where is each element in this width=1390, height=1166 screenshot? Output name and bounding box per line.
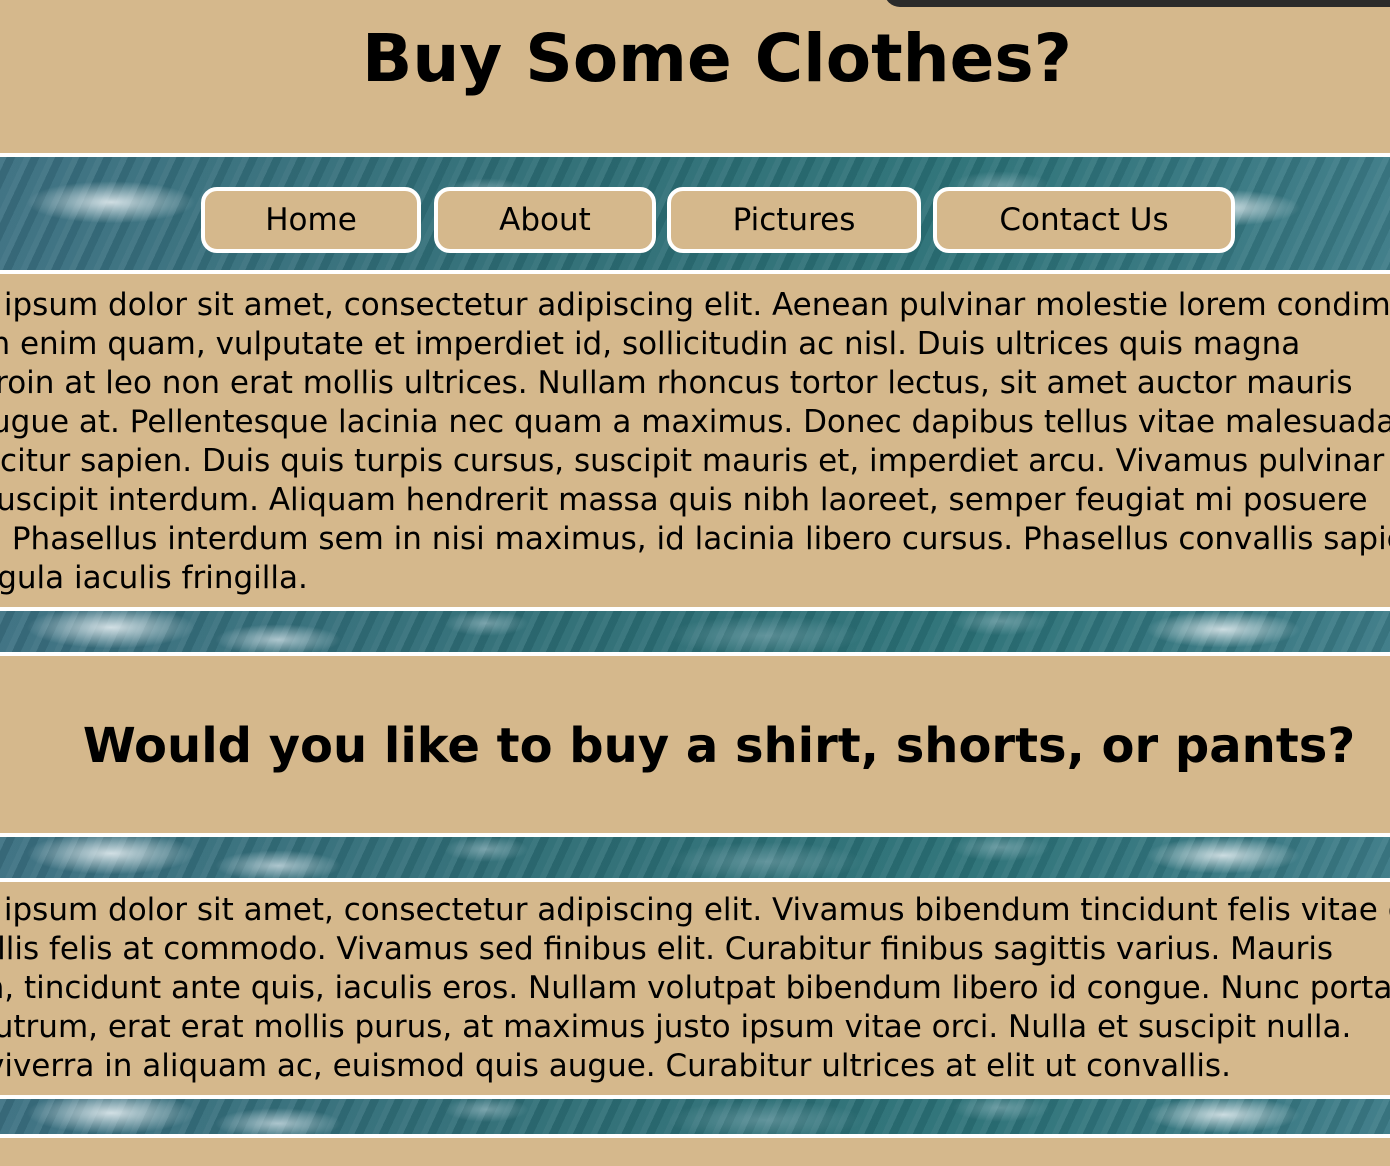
web-page: Buy Some Clothes? Home About Pictures Co… [0,0,1390,1166]
intro-paragraph: Lorem ipsum dolor sit amet, consectetur … [0,286,1390,598]
page-title: Buy Some Clothes? [362,20,1072,97]
paragraph-line: t. Phasellus interdum sem in nisi maximu… [0,521,1390,557]
paragraph-line: Aenean enim quam, vulputate et imperdiet… [0,326,1301,362]
ocean-divider-3 [0,1095,1390,1138]
nav-contact-button[interactable]: Contact Us [933,187,1235,253]
paragraph-line: suscipit interdum. Aliquam hendrerit mas… [0,482,1368,518]
nav-home-button[interactable]: Home [201,187,421,253]
paragraph-line: augue at. Pellentesque lacinia nec quam … [0,404,1390,440]
nav-pictures-button[interactable]: Pictures [667,187,921,253]
ocean-divider-2 [0,833,1390,882]
paragraph-line: s viverra in aliquam ac, euismod quis au… [0,1048,1231,1084]
paragraph-line: efficitur sapien. Duis quis turpis cursu… [0,443,1385,479]
ocean-divider-1 [0,607,1390,656]
paragraph-line: rutrum, erat erat mollis purus, at maxim… [0,1009,1352,1045]
nav-about-button[interactable]: About [434,187,656,253]
section-heading: Would you like to buy a shirt, shorts, o… [82,718,1356,774]
paragraph-line: mollis felis at commodo. Vivamus sed fin… [0,931,1334,967]
paragraph-line: Lorem ipsum dolor sit amet, consectetur … [0,287,1390,323]
paragraph-line: ligula iaculis fringilla. [0,560,308,596]
paragraph-line: Lorem ipsum dolor sit amet, consectetur … [0,892,1390,928]
details-paragraph: Lorem ipsum dolor sit amet, consectetur … [0,891,1390,1086]
paragraph-line: Proin at leo non erat mollis ultrices. N… [0,365,1353,401]
main-nav: Home About Pictures Contact Us [0,187,1390,253]
browser-popup-edge [884,0,1390,7]
paragraph-line: em, tincidunt ante quis, iaculis eros. N… [0,970,1390,1006]
